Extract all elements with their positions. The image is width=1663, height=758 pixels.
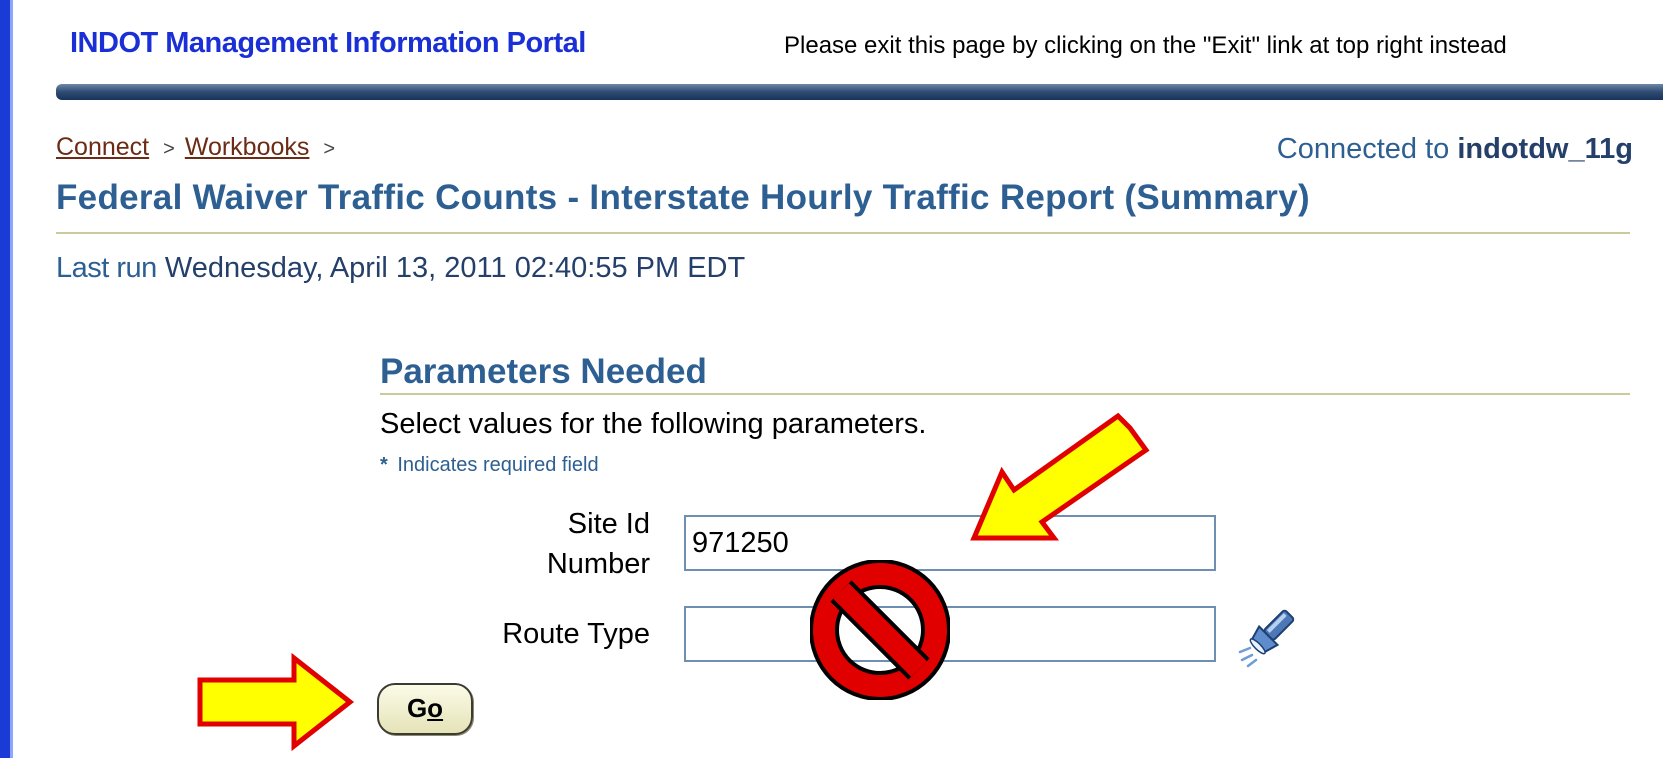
last-run: Last run Wednesday, April 13, 2011 02:40… xyxy=(56,252,745,285)
portal-title: INDOT Management Information Portal xyxy=(70,27,586,59)
last-run-label: Last run xyxy=(56,252,157,284)
breadcrumb: Connect > Workbooks > xyxy=(56,133,345,162)
breadcrumb-link-connect[interactable]: Connect xyxy=(56,133,149,161)
connection-prefix: Connected to xyxy=(1276,133,1450,165)
parameters-description: Select values for the following paramete… xyxy=(380,408,927,440)
route-type-label: Route Type xyxy=(502,618,650,650)
last-run-value: Wednesday, April 13, 2011 02:40:55 PM ED… xyxy=(164,252,746,284)
breadcrumb-separator: > xyxy=(163,138,175,160)
connection-database: indotdw_11g xyxy=(1457,133,1633,165)
exit-message: Please exit this page by clicking on the… xyxy=(784,32,1507,59)
annotation-arrow-icon xyxy=(970,412,1150,541)
title-divider xyxy=(56,232,1630,234)
header-bar xyxy=(56,84,1663,100)
breadcrumb-link-workbooks[interactable]: Workbooks xyxy=(185,133,310,161)
route-type-input[interactable] xyxy=(684,606,1216,662)
left-edge-rule xyxy=(0,0,10,758)
page-title: Federal Waiver Traffic Counts - Intersta… xyxy=(56,178,1310,217)
go-label-prefix: G xyxy=(406,693,428,723)
site-id-label: Site Id Number xyxy=(546,508,650,580)
parameters-divider xyxy=(380,393,1630,395)
required-field-note: * Indicates required field xyxy=(380,454,599,477)
prohibited-icon xyxy=(810,560,950,700)
annotation-arrow-icon xyxy=(197,652,355,752)
required-marker: * xyxy=(380,454,388,476)
flashlight-icon[interactable] xyxy=(1234,600,1304,670)
parameters-heading: Parameters Needed xyxy=(380,352,707,391)
breadcrumb-separator: > xyxy=(323,138,336,160)
go-label-accesskey: o xyxy=(427,693,444,723)
connection-status: Connected to indotdw_11g xyxy=(1277,133,1633,166)
left-edge-highlight xyxy=(10,0,13,758)
go-button[interactable]: Go xyxy=(377,683,473,735)
required-note-text: Indicates required field xyxy=(397,454,599,476)
